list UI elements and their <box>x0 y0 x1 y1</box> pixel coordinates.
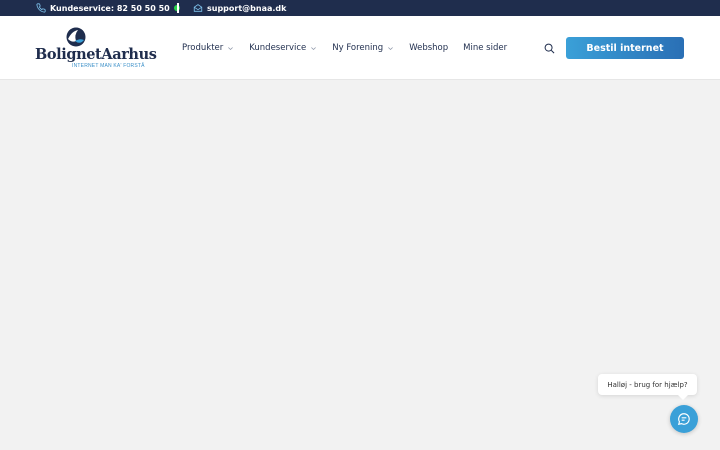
nav-item-mine-sider[interactable]: Mine sider <box>463 43 507 53</box>
nav-item-kundeservice[interactable]: Kundeservice <box>249 43 317 53</box>
phone-contact[interactable]: Kundeservice: 82 50 50 50 <box>36 0 180 16</box>
chevron-down-icon <box>228 46 234 50</box>
chat-greeting-bubble[interactable]: Halløj - brug for hjælp? <box>598 374 697 400</box>
logo[interactable]: BolignetAarhus INTERNET MAN KA' FORSTÅ <box>35 26 157 70</box>
phone-label: Kundeservice: 82 50 50 50 <box>50 3 170 13</box>
order-internet-button[interactable]: Bestil internet <box>566 37 684 59</box>
chevron-down-icon <box>311 46 317 50</box>
email-label: support@bnaa.dk <box>207 3 287 13</box>
topbar-divider <box>177 3 179 13</box>
main-nav: Produkter Kundeservice Ny Forening Websh… <box>182 16 522 80</box>
search-icon[interactable] <box>544 43 555 54</box>
phone-icon <box>36 3 46 13</box>
nav-item-ny-forening[interactable]: Ny Forening <box>332 43 394 53</box>
nav-item-label: Mine sider <box>463 43 508 53</box>
top-bar: Kundeservice: 82 50 50 50 support@bnaa.d… <box>0 0 720 16</box>
chat-icon <box>677 413 690 426</box>
email-contact[interactable]: support@bnaa.dk <box>193 0 286 16</box>
chevron-down-icon <box>388 46 394 50</box>
logo-mark-icon <box>66 27 86 47</box>
envelope-icon <box>193 4 203 12</box>
nav-item-label: Produkter <box>182 43 224 53</box>
logo-name: BolignetAarhus <box>35 46 157 63</box>
nav-item-label: Kundeservice <box>249 43 307 53</box>
site-header: BolignetAarhus INTERNET MAN KA' FORSTÅ P… <box>0 16 720 80</box>
nav-item-webshop[interactable]: Webshop <box>409 43 448 53</box>
nav-item-label: Webshop <box>409 43 449 53</box>
nav-item-label: Ny Forening <box>332 43 384 53</box>
logo-tagline: INTERNET MAN KA' FORSTÅ <box>72 63 145 69</box>
nav-item-produkter[interactable]: Produkter <box>182 43 234 53</box>
chat-launcher-button[interactable] <box>670 405 698 433</box>
